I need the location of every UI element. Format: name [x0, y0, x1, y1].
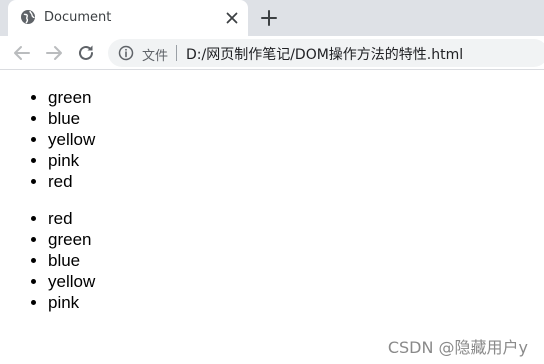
- arrow-left-icon[interactable]: [12, 43, 32, 63]
- globe-icon: [21, 10, 35, 24]
- list-item: pink: [48, 150, 95, 171]
- address-separator: [176, 45, 177, 61]
- active-tab[interactable]: Document: [8, 0, 248, 36]
- arrow-right-icon[interactable]: [44, 43, 64, 63]
- close-icon[interactable]: [224, 10, 240, 26]
- info-icon[interactable]: [118, 45, 134, 61]
- color-list-1: green blue yellow pink red: [48, 87, 95, 192]
- url-text[interactable]: D:/网页制作笔记/DOM操作方法的特性.html: [186, 44, 463, 64]
- file-scheme-label: 文件: [142, 49, 169, 64]
- list-item: green: [48, 87, 95, 108]
- list-item: green: [48, 229, 95, 250]
- list-item: yellow: [48, 271, 95, 292]
- tab-strip: Document: [0, 0, 544, 36]
- list-item: blue: [48, 250, 95, 271]
- list-item: yellow: [48, 129, 95, 150]
- reload-icon[interactable]: [76, 43, 96, 63]
- list-item: blue: [48, 108, 95, 129]
- browser-toolbar: 文件 D:/网页制作笔记/DOM操作方法的特性.html: [0, 36, 544, 70]
- csdn-watermark: CSDN @隐藏用户y: [387, 338, 528, 357]
- plus-icon[interactable]: [260, 9, 278, 27]
- address-bar[interactable]: 文件 D:/网页制作笔记/DOM操作方法的特性.html: [108, 39, 544, 67]
- list-item: red: [48, 208, 95, 229]
- list-item: pink: [48, 292, 95, 313]
- color-list-2: red green blue yellow pink: [48, 208, 95, 313]
- page-content: green blue yellow pink red red green blu…: [0, 71, 544, 364]
- tab-title: Document: [44, 10, 112, 25]
- list-item: red: [48, 171, 95, 192]
